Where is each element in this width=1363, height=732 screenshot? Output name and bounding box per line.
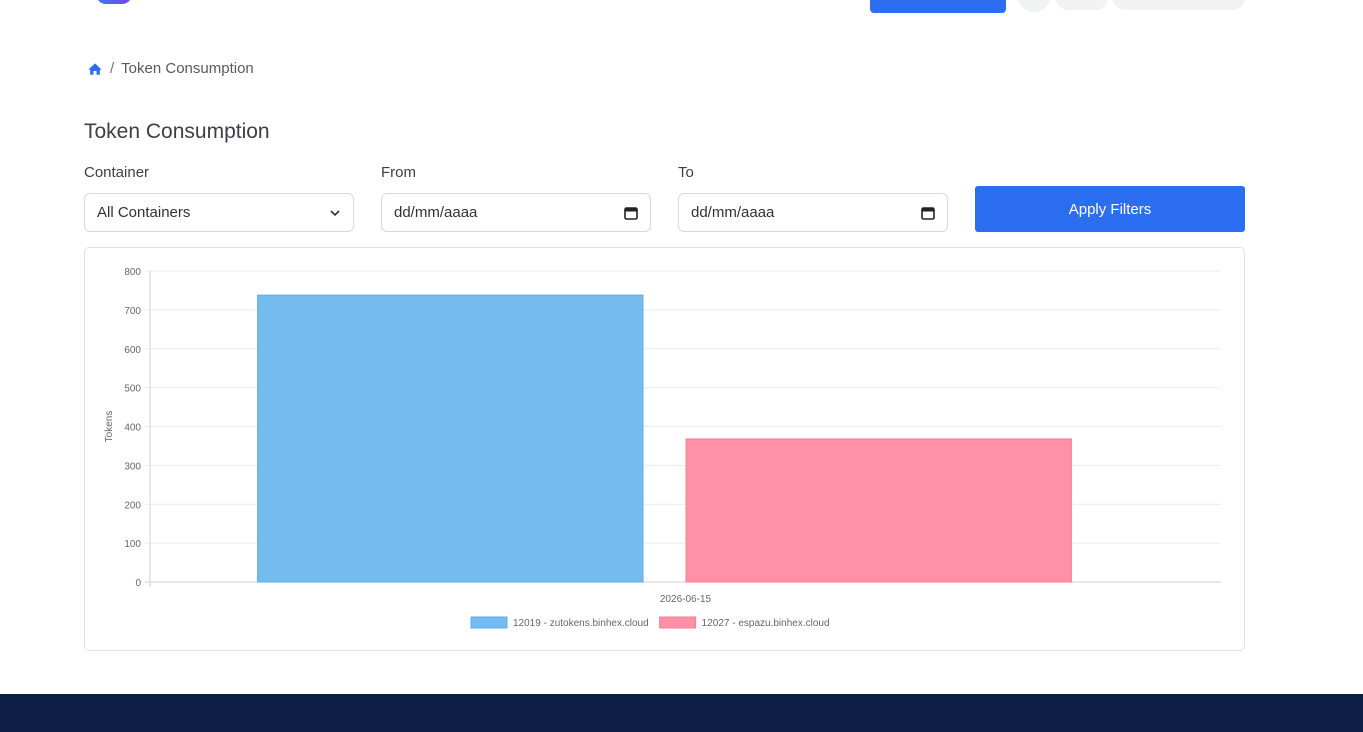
top-language-pill[interactable] bbox=[1056, 0, 1108, 10]
to-label: To bbox=[678, 164, 694, 181]
bar-2 bbox=[685, 438, 1072, 583]
page-title: Token Consumption bbox=[84, 120, 270, 143]
to-date-value: dd/mm/aaaa bbox=[691, 204, 775, 221]
token-consumption-chart: 0 100 200 300 400 500 600 700 800 Tokens 2026-06-1… bbox=[104, 267, 1221, 629]
y-tick-label: 500 bbox=[124, 384, 141, 395]
y-tick-label: 200 bbox=[124, 500, 141, 511]
x-tick-label: 2026-06-15 bbox=[660, 594, 712, 605]
breadcrumb: / Token Consumption bbox=[88, 60, 254, 77]
breadcrumb-current: Token Consumption bbox=[121, 60, 254, 77]
calendar-icon[interactable] bbox=[624, 206, 638, 220]
container-select-value: All Containers bbox=[97, 204, 191, 221]
y-tick-label: 700 bbox=[124, 306, 141, 317]
legend-label-1: 12019 - zutokens.binhex.cloud bbox=[513, 618, 649, 629]
apply-filters-button[interactable]: Apply Filters bbox=[975, 186, 1245, 232]
container-select[interactable]: All Containers bbox=[84, 193, 354, 232]
from-date-value: dd/mm/aaaa bbox=[394, 204, 478, 221]
legend-swatch-1 bbox=[470, 616, 508, 629]
y-axis-label: Tokens bbox=[104, 411, 115, 443]
breadcrumb-separator: / bbox=[110, 60, 115, 77]
footer bbox=[0, 694, 1363, 732]
y-tick-label: 400 bbox=[124, 423, 141, 434]
top-icon-button[interactable] bbox=[1017, 0, 1051, 12]
y-tick-label: 100 bbox=[124, 539, 141, 550]
calendar-icon[interactable] bbox=[921, 206, 935, 220]
chevron-down-icon bbox=[330, 209, 340, 216]
bar-1 bbox=[257, 294, 644, 583]
from-label: From bbox=[381, 164, 416, 181]
top-user-menu[interactable] bbox=[1113, 0, 1245, 10]
top-bar bbox=[0, 0, 1363, 20]
y-tick-label: 800 bbox=[124, 267, 141, 278]
to-date-input[interactable]: dd/mm/aaaa bbox=[678, 193, 948, 232]
from-date-input[interactable]: dd/mm/aaaa bbox=[381, 193, 651, 232]
logo[interactable] bbox=[96, 0, 132, 4]
container-label: Container bbox=[84, 164, 150, 181]
home-icon[interactable] bbox=[88, 62, 102, 76]
legend-swatch-2 bbox=[659, 616, 697, 629]
y-tick-label: 600 bbox=[124, 345, 141, 356]
top-primary-button[interactable] bbox=[870, 0, 1006, 13]
chart-card: 0 100 200 300 400 500 600 700 800 Tokens 2026-06-1… bbox=[84, 247, 1245, 651]
legend-label-2: 12027 - espazu.binhex.cloud bbox=[702, 618, 830, 629]
y-tick-label: 0 bbox=[135, 578, 141, 589]
y-tick-label: 300 bbox=[124, 461, 141, 472]
